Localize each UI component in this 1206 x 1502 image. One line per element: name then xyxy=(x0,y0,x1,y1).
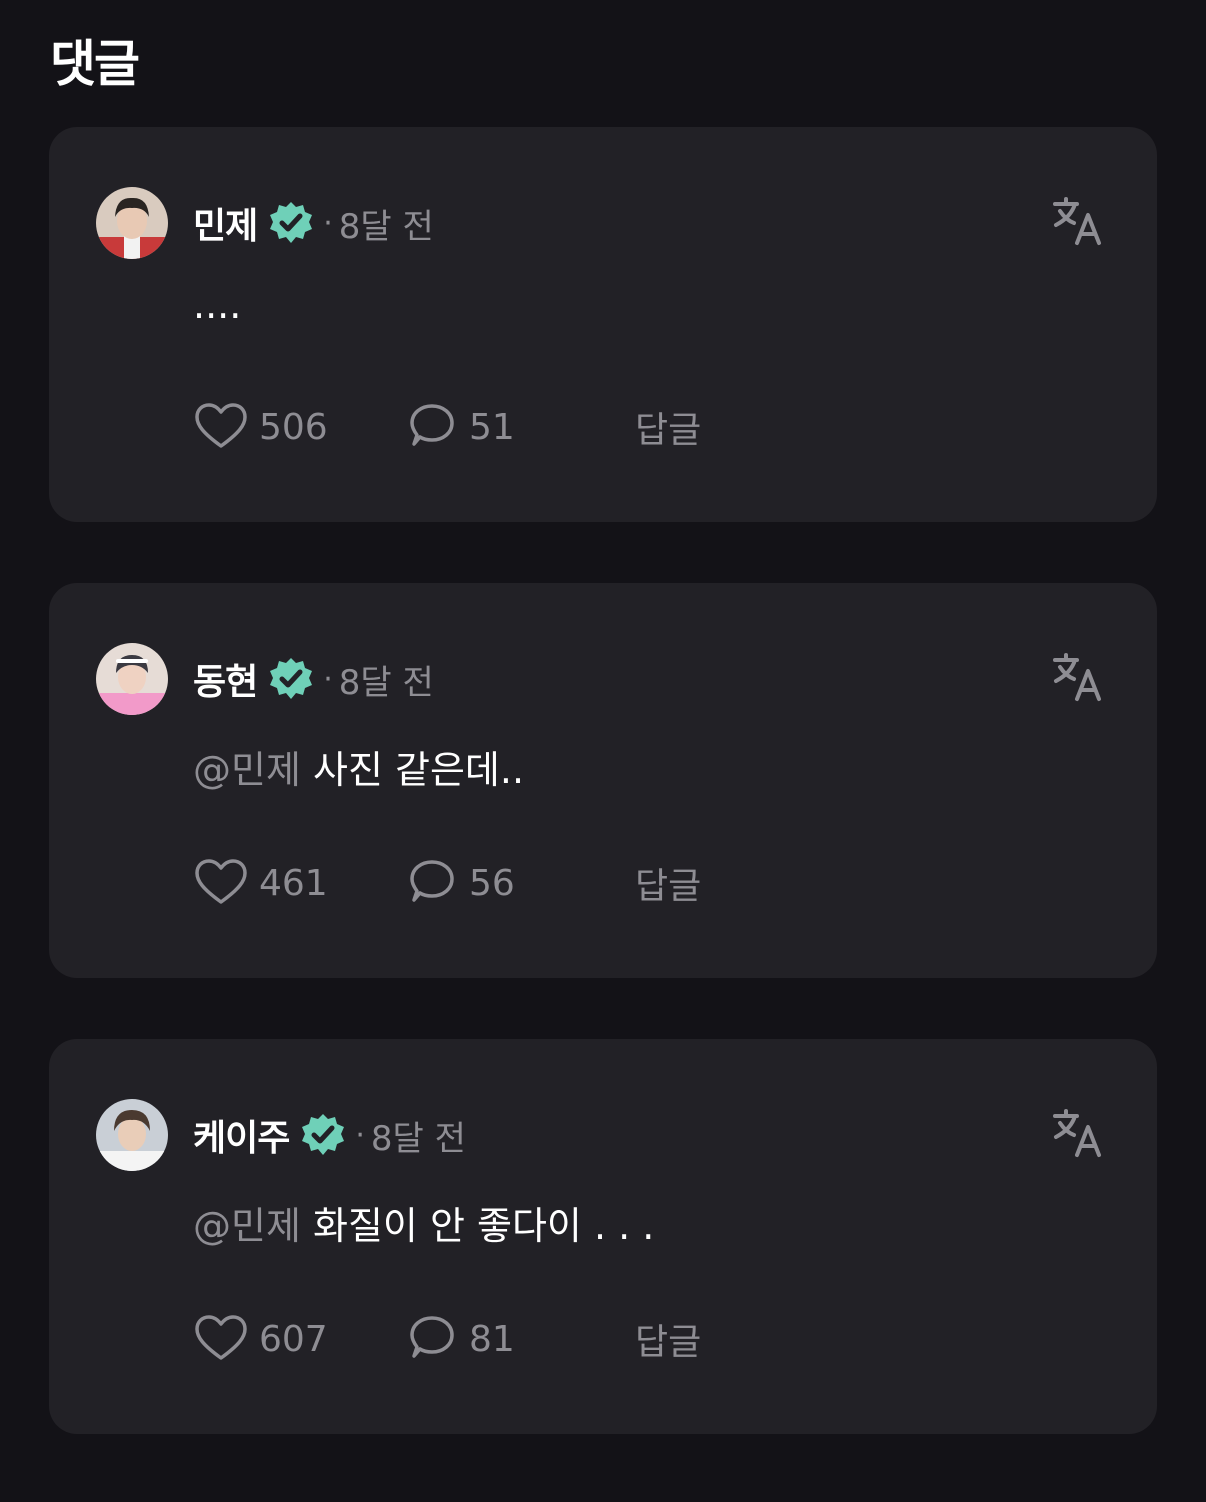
comment-body: 화질이 안 좋다이 . . . xyxy=(300,1204,655,1248)
reply-button[interactable]: 답글 xyxy=(635,399,701,455)
replies-button[interactable]: 81 xyxy=(405,1311,515,1367)
username[interactable]: 케이주 xyxy=(193,1109,290,1161)
translate-icon[interactable] xyxy=(1051,651,1105,705)
timestamp: 8달 전 xyxy=(370,1118,466,1159)
comment-text: .... xyxy=(193,283,241,327)
reply-button[interactable]: 답글 xyxy=(635,1311,701,1367)
comment-actions: 461 56 답글 xyxy=(193,855,793,911)
speech-bubble-icon xyxy=(410,404,454,446)
heart-icon xyxy=(195,403,247,448)
heart-icon xyxy=(195,1315,247,1360)
comment-actions: 607 81 답글 xyxy=(193,1311,793,1367)
separator-dot: · xyxy=(323,661,333,697)
like-button[interactable]: 506 xyxy=(193,399,328,455)
replies-button[interactable]: 51 xyxy=(405,399,515,455)
like-count: 461 xyxy=(259,862,328,904)
comment-header: 동현 · 8달 전 xyxy=(193,653,434,705)
mention-link[interactable]: @민제 xyxy=(193,1204,301,1248)
timestamp: 8달 전 xyxy=(338,206,434,247)
translate-icon[interactable] xyxy=(1051,1107,1105,1161)
reply-label: 답글 xyxy=(635,866,702,907)
reply-label: 답글 xyxy=(635,410,702,451)
comment-header: 케이주 · 8달 전 xyxy=(193,1109,466,1161)
heart-icon xyxy=(195,859,247,904)
comment-body: .... xyxy=(193,283,242,327)
username[interactable]: 민제 xyxy=(193,197,258,249)
comment-card: 동현 · 8달 전 @민제 사진 같은데.. 461 56 답글 xyxy=(49,583,1157,978)
verified-badge-icon xyxy=(267,655,315,703)
comment-card: 민제 · 8달 전 .... 506 51 답글 xyxy=(49,127,1157,522)
reply-count: 56 xyxy=(469,862,515,904)
mention-link[interactable]: @민제 xyxy=(193,748,301,792)
like-count: 506 xyxy=(259,406,328,448)
reply-count: 81 xyxy=(469,1318,515,1360)
comment-header: 민제 · 8달 전 xyxy=(193,197,434,249)
page-title: 댓글 xyxy=(50,35,140,93)
translate-icon[interactable] xyxy=(1051,195,1105,249)
comment-text: @민제 화질이 안 좋다이 . . . xyxy=(193,1195,654,1250)
separator-dot: · xyxy=(355,1117,365,1153)
speech-bubble-icon xyxy=(410,860,454,902)
avatar[interactable] xyxy=(96,643,168,715)
comment-card: 케이주 · 8달 전 @민제 화질이 안 좋다이 . . . 607 81 답글 xyxy=(49,1039,1157,1434)
like-button[interactable]: 461 xyxy=(193,855,328,911)
replies-button[interactable]: 56 xyxy=(405,855,515,911)
separator-dot: · xyxy=(323,205,333,241)
reply-label: 답글 xyxy=(635,1322,702,1363)
comment-actions: 506 51 답글 xyxy=(193,399,793,455)
reply-count: 51 xyxy=(469,406,515,448)
like-count: 607 xyxy=(259,1318,328,1360)
reply-button[interactable]: 답글 xyxy=(635,855,701,911)
timestamp: 8달 전 xyxy=(338,662,434,703)
comment-body: 사진 같은데.. xyxy=(300,748,525,792)
verified-badge-icon xyxy=(299,1111,347,1159)
comment-text: @민제 사진 같은데.. xyxy=(193,739,524,794)
like-button[interactable]: 607 xyxy=(193,1311,328,1367)
speech-bubble-icon xyxy=(410,1316,454,1358)
verified-badge-icon xyxy=(267,199,315,247)
avatar[interactable] xyxy=(96,187,168,259)
avatar[interactable] xyxy=(96,1099,168,1171)
username[interactable]: 동현 xyxy=(193,653,258,705)
